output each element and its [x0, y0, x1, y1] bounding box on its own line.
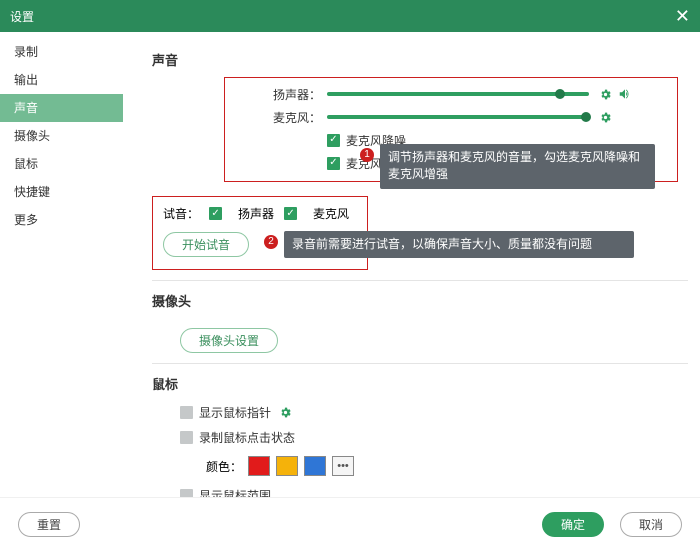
- annotation-callout-1: 1 调节扬声器和麦克风的音量，勾选麦克风降噪和麦克风增强: [380, 144, 655, 189]
- speaker-slider-thumb[interactable]: [555, 89, 565, 99]
- show-pointer-label: 显示鼠标指针: [199, 404, 271, 421]
- divider: [152, 363, 688, 364]
- click-color-row: 颜色： •••: [206, 456, 688, 476]
- annotation-text: 录音前需要进行试音，以确保声音大小、质量都没有问题: [292, 236, 592, 253]
- show-pointer-checkbox[interactable]: [180, 406, 193, 419]
- sidebar-item-more[interactable]: 更多: [0, 206, 123, 234]
- content-pane: 声音 扬声器： 麦克风：: [124, 32, 700, 497]
- test-mic-label: 麦克风: [313, 205, 349, 222]
- record-click-label: 录制鼠标点击状态: [199, 429, 295, 446]
- sidebar-item-output[interactable]: 输出: [0, 66, 123, 94]
- color-swatch-blue[interactable]: [304, 456, 326, 476]
- divider: [152, 280, 688, 281]
- sidebar-item-camera[interactable]: 摄像头: [0, 122, 123, 150]
- show-range-label: 显示鼠标范围: [199, 487, 271, 498]
- mic-enhance-checkbox[interactable]: [327, 157, 340, 170]
- sidebar-item-mouse[interactable]: 鼠标: [0, 150, 123, 178]
- titlebar: 设置 ✕: [0, 0, 700, 32]
- speaker-slider[interactable]: [327, 92, 589, 96]
- test-speaker-checkbox[interactable]: [209, 207, 222, 220]
- sidebar-item-record[interactable]: 录制: [0, 38, 123, 66]
- section-title-camera: 摄像头: [152, 291, 688, 310]
- start-test-button[interactable]: 开始试音: [163, 232, 249, 257]
- color-swatch-orange[interactable]: [276, 456, 298, 476]
- test-mic-checkbox[interactable]: [284, 207, 297, 220]
- annotation-number-icon: 2: [264, 235, 278, 249]
- annotation-number-icon: 1: [360, 148, 374, 162]
- mic-label: 麦克风：: [255, 109, 327, 126]
- mic-slider[interactable]: [327, 115, 589, 119]
- cancel-button[interactable]: 取消: [620, 512, 682, 537]
- record-click-checkbox[interactable]: [180, 431, 193, 444]
- speaker-label: 扬声器：: [255, 86, 327, 103]
- annotation-callout-2: 2 录音前需要进行试音，以确保声音大小、质量都没有问题: [284, 231, 634, 258]
- camera-settings-button[interactable]: 摄像头设置: [180, 328, 278, 353]
- color-label: 颜色：: [206, 458, 242, 475]
- color-swatch-more[interactable]: •••: [332, 456, 354, 476]
- color-swatch-red[interactable]: [248, 456, 270, 476]
- sidebar-item-sound[interactable]: 声音: [0, 94, 123, 122]
- gear-icon[interactable]: [599, 88, 612, 101]
- ok-button[interactable]: 确定: [542, 512, 604, 537]
- mic-noise-checkbox[interactable]: [327, 134, 340, 147]
- gear-icon[interactable]: [599, 111, 612, 124]
- sidebar-item-hotkeys[interactable]: 快捷键: [0, 178, 123, 206]
- gear-icon[interactable]: [279, 406, 292, 419]
- section-title-sound: 声音: [152, 50, 688, 69]
- footer: 重置 确定 取消: [0, 497, 700, 541]
- section-title-mouse: 鼠标: [152, 374, 688, 393]
- volume-icon[interactable]: [618, 87, 632, 101]
- reset-button[interactable]: 重置: [18, 512, 80, 537]
- annotation-text: 调节扬声器和麦克风的音量，勾选麦克风降噪和麦克风增强: [388, 149, 647, 184]
- show-range-checkbox[interactable]: [180, 489, 193, 498]
- test-label: 试音：: [163, 205, 199, 222]
- mic-slider-thumb[interactable]: [581, 112, 591, 122]
- sidebar: 录制 输出 声音 摄像头 鼠标 快捷键 更多: [0, 32, 124, 497]
- close-icon[interactable]: ✕: [675, 7, 690, 25]
- test-speaker-label: 扬声器: [238, 205, 274, 222]
- window-title: 设置: [10, 8, 34, 25]
